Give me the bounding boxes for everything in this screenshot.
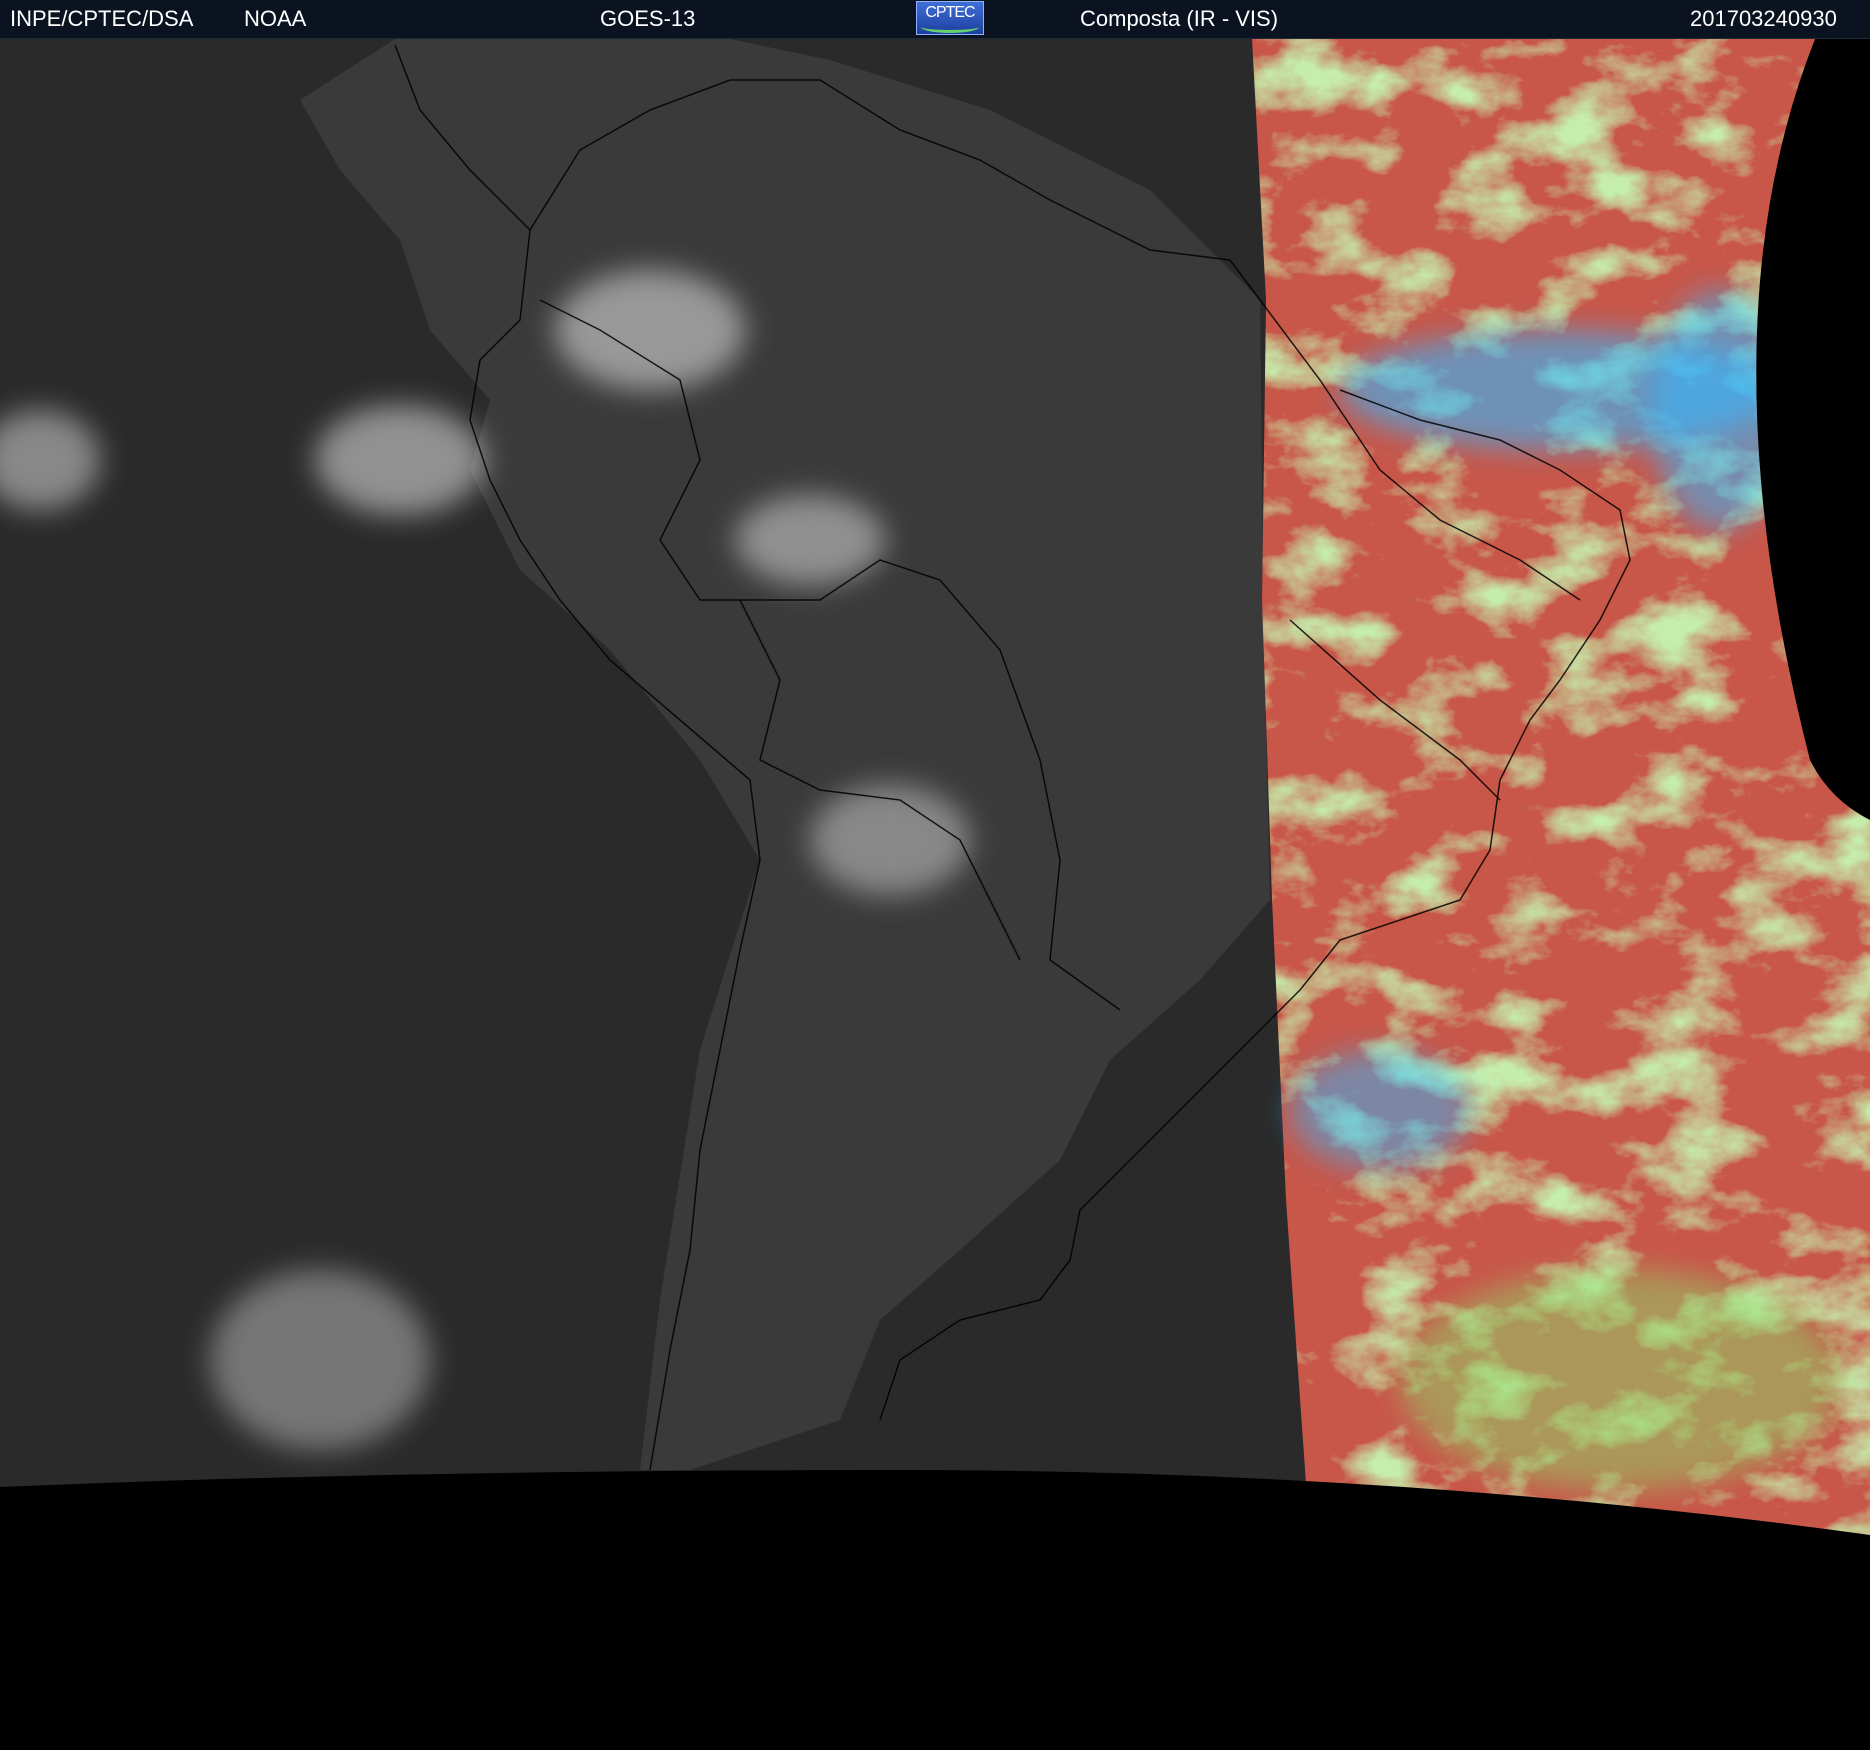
- product-label: Composta (IR - VIS): [1080, 6, 1279, 31]
- satellite-image: [0, 39, 1870, 1750]
- header-bar: INPE/CPTEC/DSA NOAA GOES-13 CPTEC Compos…: [0, 0, 1870, 39]
- cptec-logo: CPTEC: [916, 1, 984, 35]
- cloud-cluster-pacific: [315, 405, 485, 515]
- cptec-logo-text: CPTEC: [925, 4, 975, 21]
- cloud-cluster-amazon: [555, 270, 745, 390]
- vis-high-cloud-south: [1290, 1050, 1470, 1170]
- cloud-band-south: [210, 1270, 430, 1450]
- satellite-label: GOES-13: [600, 6, 696, 31]
- vis-low-cloud-south: [1400, 1270, 1840, 1490]
- agency-label: INPE/CPTEC/DSA: [10, 6, 194, 31]
- source-label: NOAA: [244, 6, 307, 31]
- ir-cloud-field: [0, 39, 1320, 1519]
- logo-arc-icon: [921, 21, 979, 33]
- cloud-cluster-chaco: [810, 785, 970, 895]
- timestamp-label: 201703240930: [1690, 6, 1837, 31]
